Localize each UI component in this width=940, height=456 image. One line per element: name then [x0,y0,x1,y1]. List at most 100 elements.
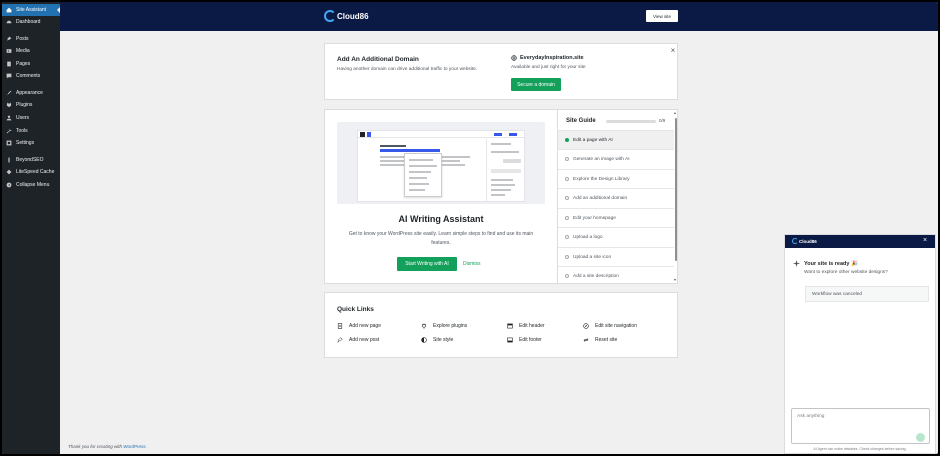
sidebar-item-site-assistant[interactable]: Site Assistant [2,4,60,16]
sidebar-item-label: Pages [16,61,31,67]
admin-sidebar: Site Assistant Dashboard Posts Media Pag… [2,2,60,454]
guide-item-label: Add an additional domain [573,195,628,201]
mock-menu-line [409,177,427,179]
cloud86-logo[interactable]: Cloud86 [324,8,369,24]
guide-item-upload-logo[interactable]: Upload a logo [558,227,674,246]
sidebar-item-label: Comments [16,73,41,79]
guide-item-edit-homepage[interactable]: Edit your homepage [558,208,674,227]
pages-icon [6,61,12,67]
mock-side-field [491,169,521,173]
sidebar-item-users[interactable]: Users [2,112,60,124]
editor-preview-image [337,122,545,204]
sidebar-item-label: Tools [16,128,28,134]
quick-link-edit-header[interactable]: Edit header [507,323,545,329]
guide-item-upload-site-icon[interactable]: Upload a site icon [558,247,674,266]
sidebar-item-appearance[interactable]: Appearance [2,87,60,99]
mock-side-line [491,143,511,145]
chat-logo-text: Cloud86 [799,238,817,244]
wrench-icon [6,128,12,134]
close-icon[interactable]: × [923,237,927,245]
sidebar-item-media[interactable]: Media [2,45,60,57]
guide-item-label: Upload a logo [573,234,603,240]
quick-links-card: Quick Links Add new page Explore plugins… [324,292,678,358]
ai-writing-title: AI Writing Assistant [398,214,484,224]
settings-icon [6,140,12,146]
sidebar-item-dashboard[interactable]: Dashboard [2,16,60,28]
send-button[interactable] [916,433,925,442]
mock-ai-menu [404,153,442,197]
quick-link-label: Edit footer [519,337,542,343]
mock-menu-line [409,189,425,191]
domain-availability: Available and just right for your site [511,65,586,70]
plugin-icon [6,102,12,108]
sidebar-item-pages[interactable]: Pages [2,58,60,70]
sidebar-item-label: Site Assistant [16,7,47,13]
top-header: Cloud86 View site [60,2,938,31]
seo-icon [6,157,12,163]
mock-side-line [491,151,519,153]
dismiss-link[interactable]: Dismiss [463,260,481,268]
guide-item-design-library[interactable]: Explore the Design Library [558,169,674,188]
guide-item-generate-image[interactable]: Generate an image with AI [558,149,674,168]
navigation-icon [583,323,589,329]
mock-side-line [491,194,505,196]
admin-footer: Thank you for creating with WordPress. [68,444,147,449]
guide-item-site-description[interactable]: Add a site description [558,266,674,285]
view-site-button[interactable]: View site [646,10,678,22]
quick-link-label: Reset site [595,337,618,343]
quick-link-label: Add new page [349,323,381,329]
scroll-down-icon[interactable] [674,279,676,281]
sidebar-item-label: Dashboard [16,19,41,25]
wordpress-link[interactable]: WordPress [123,444,145,449]
add-block-icon [367,132,371,137]
guide-item-edit-page-ai[interactable]: Edit a page with AI [558,130,674,149]
start-writing-button[interactable]: Start Writing with AI [397,257,457,271]
sidebar-item-comments[interactable]: Comments [2,70,60,82]
mock-menu-line [409,159,433,161]
domain-name-text: EverydayInspiration.site [520,55,584,61]
editor-toolbar-mockup [358,131,524,138]
mock-side-line [491,179,513,181]
quick-link-label: Site style [433,337,454,343]
scroll-thumb[interactable] [674,118,677,261]
secure-domain-button[interactable]: Secure a domain [511,78,561,91]
quick-link-edit-site-navigation[interactable]: Edit site navigation [583,323,637,329]
site-guide-scrollbar[interactable] [674,112,677,281]
contrast-icon [421,337,427,343]
sidebar-item-beyondseo[interactable]: BeyondSEO [2,154,60,166]
sidebar-item-tools[interactable]: Tools [2,125,60,137]
quick-link-edit-footer[interactable]: Edit footer [507,337,542,343]
quick-link-site-style[interactable]: Site style [421,337,453,343]
quick-link-add-new-page[interactable]: Add new page [337,323,381,329]
sidebar-item-posts[interactable]: Posts [2,33,60,45]
footer-text: Thank you for creating with [68,444,124,449]
ai-writing-panel: AI Writing Assistant Get to know your Wo… [325,110,557,283]
mock-settings-sidebar [486,139,524,201]
page-icon [337,323,343,329]
brush-icon [6,90,12,96]
quick-link-explore-plugins[interactable]: Explore plugins [421,323,467,329]
sidebar-item-settings[interactable]: Settings [2,137,60,149]
close-icon[interactable]: × [669,47,677,55]
guide-item-add-domain[interactable]: Add an additional domain [558,188,674,207]
guide-item-label: Explore the Design Library [573,176,630,182]
sidebar-item-plugins[interactable]: Plugins [2,99,60,111]
sidebar-item-label: BeyondSEO [16,157,44,163]
quick-link-label: Explore plugins [433,323,468,329]
scroll-up-icon[interactable] [674,112,676,114]
quick-link-label: Add new post [349,337,380,343]
quick-link-add-new-post[interactable]: Add new post [337,337,379,343]
sidebar-item-litespeed-cache[interactable]: LiteSpeed Cache [2,166,60,178]
quick-link-reset-site[interactable]: Reset site [583,337,617,343]
home-icon [6,7,12,13]
chat-input[interactable]: Ask anything [791,408,930,444]
logo-ring-icon [324,10,336,22]
sidebar-item-collapse-menu[interactable]: Collapse Menu [2,179,60,191]
step-status-icon [565,216,569,220]
chat-ready-subtitle: Want to explore other website designs? [804,270,888,275]
step-status-icon [565,196,569,200]
footer-end: . [145,444,147,449]
mock-side-line [491,189,511,191]
guide-item-label: Edit a page with AI [573,137,613,143]
additional-domain-card: Add An Additional Domain Having another … [324,43,678,100]
